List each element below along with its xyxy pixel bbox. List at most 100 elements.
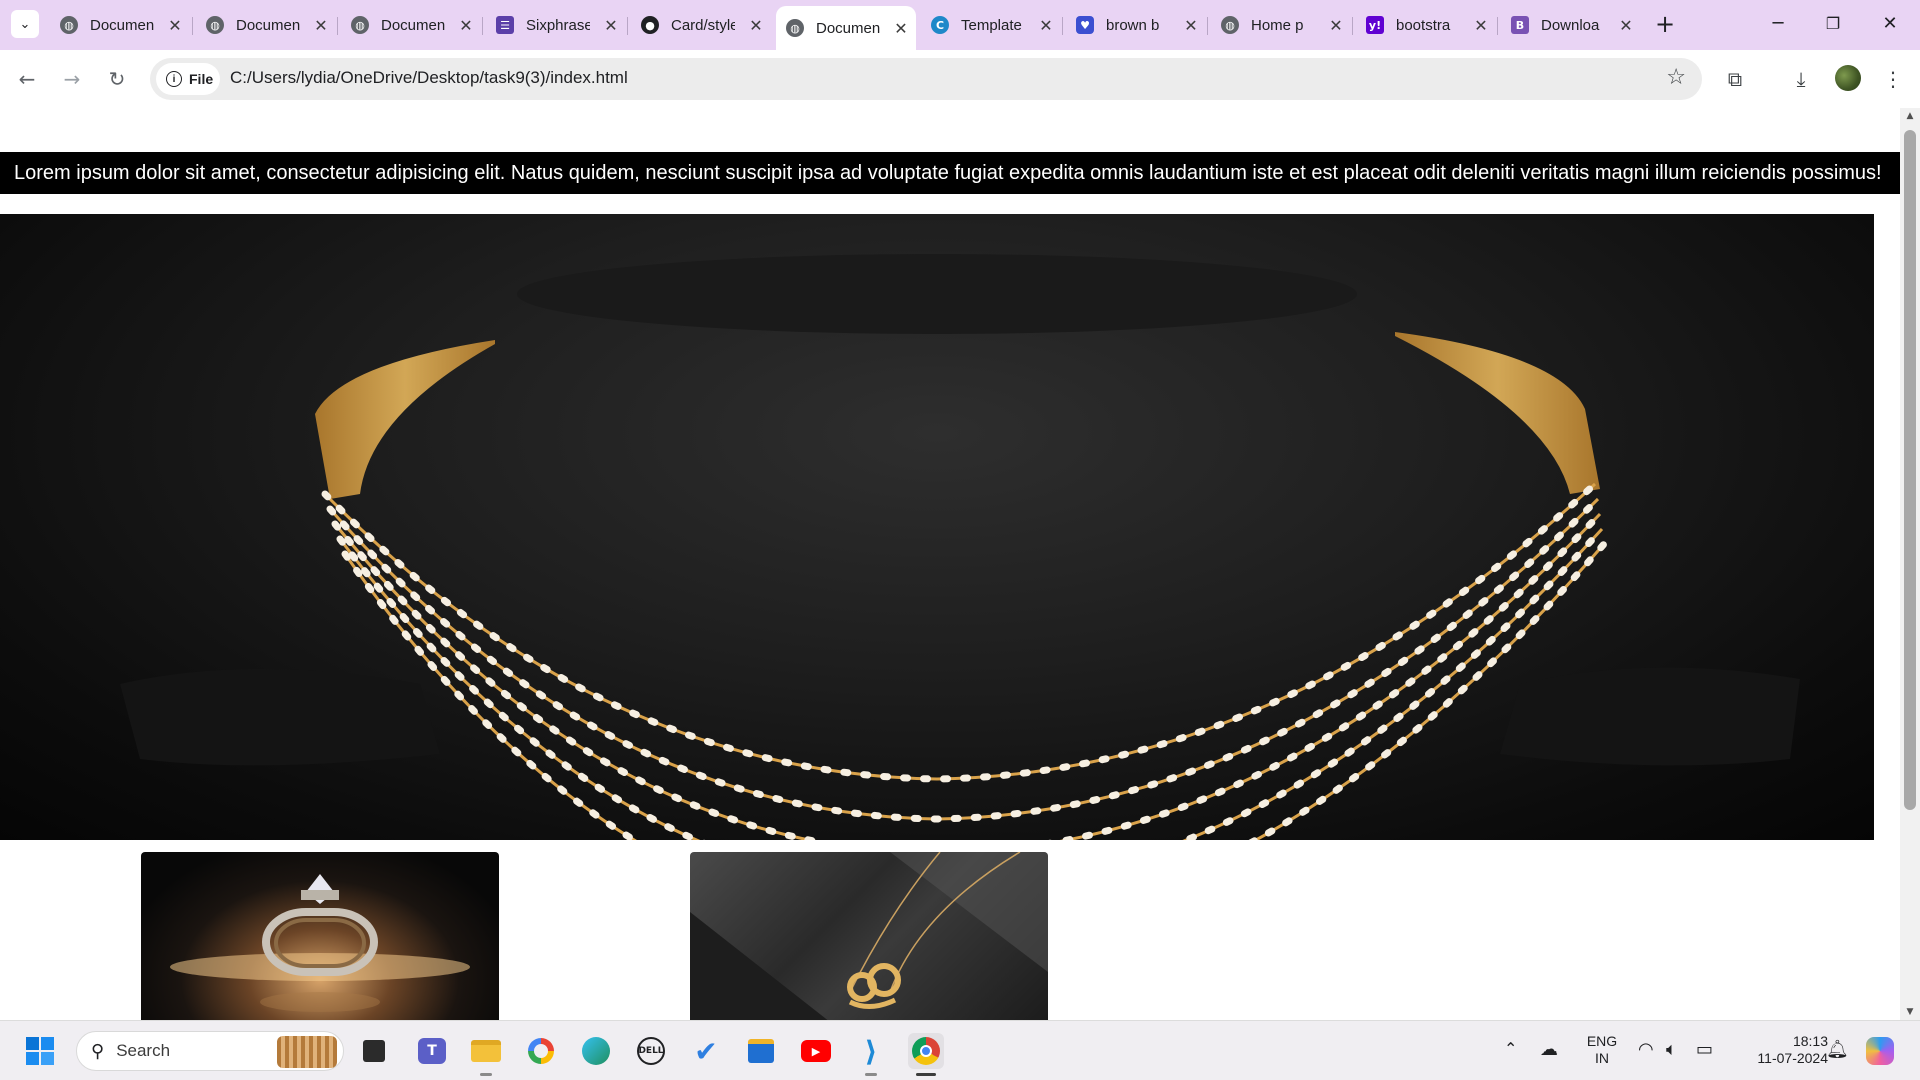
address-bar[interactable]: i File C:/Users/lydia/OneDrive/Desktop/t…: [150, 58, 1702, 100]
close-icon[interactable]: ✕: [1184, 16, 1198, 35]
ring-illustration: [170, 874, 470, 1012]
info-icon: i: [166, 71, 182, 87]
heart-shield-icon: ♥: [1076, 16, 1094, 34]
browser-tab-strip: ⌄ ◍ Document ✕ ◍ Document ✕ ◍ Document ✕…: [0, 0, 1920, 50]
browser-tab[interactable]: ☰ Sixphrase ✕: [496, 8, 618, 42]
youtube-icon[interactable]: ▶: [798, 1033, 834, 1069]
new-tab-button[interactable]: +: [1652, 12, 1678, 38]
pendant-illustration: [690, 852, 1048, 1020]
tab-separator: [192, 17, 193, 35]
language-line1: ENG: [1586, 1033, 1618, 1049]
close-icon[interactable]: ✕: [749, 16, 763, 35]
taskbar-search[interactable]: ⚲ Search: [76, 1031, 344, 1071]
menu-kebab-icon[interactable]: ⋮: [1876, 62, 1910, 96]
search-highlight-image: [277, 1036, 337, 1068]
tab-title: Document: [90, 16, 154, 34]
tab-search-button[interactable]: ⌄: [11, 10, 39, 38]
page-scrollbar[interactable]: ▲ ▼: [1900, 108, 1920, 1020]
tab-title: bootstra: [1396, 16, 1451, 34]
tab-separator: [337, 17, 338, 35]
bootstrap-icon: B: [1511, 16, 1529, 34]
site-info-chip[interactable]: i File: [156, 63, 220, 95]
tab-separator: [1352, 17, 1353, 35]
tab-title: Home p: [1251, 16, 1304, 34]
close-icon[interactable]: ✕: [604, 16, 618, 35]
globe-icon: ◍: [786, 19, 804, 37]
browser-tab[interactable]: C Template ✕: [931, 8, 1053, 42]
tab-title: brown b: [1106, 16, 1160, 34]
tab-title: Card/style: [671, 16, 735, 34]
browser-tab[interactable]: ◍ Document ✕: [60, 8, 182, 42]
close-icon[interactable]: ✕: [1329, 16, 1343, 35]
hero-necklace-image: [0, 214, 1874, 840]
tab-separator: [1062, 17, 1063, 35]
language-indicator[interactable]: ENG IN: [1582, 1033, 1622, 1067]
profile-avatar[interactable]: [1835, 65, 1861, 91]
minimize-button[interactable]: ─: [1758, 8, 1798, 40]
battery-icon[interactable]: ▭: [1696, 1039, 1713, 1060]
volume-icon[interactable]: 🔈︎: [1666, 1039, 1677, 1060]
globe-icon: ◍: [351, 16, 369, 34]
onedrive-icon[interactable]: ☁: [1540, 1039, 1558, 1060]
notification-bell-icon[interactable]: 🔔︎: [1826, 1039, 1849, 1060]
browser-tab[interactable]: ♥ brown b ✕: [1076, 8, 1198, 42]
language-line2: IN: [1595, 1050, 1609, 1066]
file-explorer-icon[interactable]: [468, 1033, 504, 1069]
tab-title: Document: [381, 16, 445, 34]
window-close-button[interactable]: ✕: [1870, 8, 1910, 40]
github-icon: ●: [641, 16, 659, 34]
start-button[interactable]: [22, 1033, 58, 1069]
scroll-up-arrow-icon[interactable]: ▲: [1900, 108, 1920, 124]
tab-separator: [482, 17, 483, 35]
url-text[interactable]: C:/Users/lydia/OneDrive/Desktop/task9(3)…: [230, 68, 628, 88]
chrome-icon[interactable]: [908, 1033, 944, 1069]
browser-tab-active[interactable]: ◍ Document ✕: [776, 6, 916, 50]
restore-button[interactable]: ❐: [1813, 8, 1853, 40]
browser-tab[interactable]: B Downloa ✕: [1511, 8, 1633, 42]
close-icon[interactable]: ✕: [894, 19, 908, 38]
vscode-icon[interactable]: ⟩: [853, 1033, 889, 1069]
reload-button[interactable]: ↻: [100, 62, 134, 96]
scrollbar-thumb[interactable]: [1904, 130, 1916, 810]
chevron-down-icon: ⌄: [19, 16, 31, 32]
google-icon[interactable]: [523, 1033, 559, 1069]
tab-title: Template: [961, 16, 1022, 34]
browser-tab[interactable]: ◍ Document ✕: [351, 8, 473, 42]
page-viewport: Lorem ipsum dolor sit amet, consectetur …: [0, 108, 1900, 1020]
gold-pendant-necklace-image: [690, 852, 1048, 1020]
forward-button[interactable]: →: [55, 62, 89, 96]
marquee-text: Lorem ipsum dolor sit amet, consectetur …: [14, 162, 1882, 184]
clock[interactable]: 18:13 11-07-2024: [1738, 1033, 1828, 1067]
close-icon[interactable]: ✕: [168, 16, 182, 35]
microsoft-store-icon[interactable]: [743, 1033, 779, 1069]
scroll-down-arrow-icon[interactable]: ▼: [1900, 1004, 1920, 1020]
extensions-icon[interactable]: ⧉: [1718, 62, 1752, 96]
edge-icon[interactable]: [578, 1033, 614, 1069]
browser-tab[interactable]: ● Card/style ✕: [641, 8, 763, 42]
back-button[interactable]: ←: [10, 62, 44, 96]
wifi-icon[interactable]: ◠: [1638, 1039, 1654, 1060]
browser-tab[interactable]: ◍ Document ✕: [206, 8, 328, 42]
task-view-icon[interactable]: [356, 1033, 392, 1069]
marquee-banner: Lorem ipsum dolor sit amet, consectetur …: [0, 152, 1900, 194]
globe-icon: ◍: [60, 16, 78, 34]
windows-taskbar: ⚲ Search T DELL ✔ ▶ ⟩ ⌃ ☁ ENG IN ◠ �: [0, 1020, 1920, 1080]
dell-icon[interactable]: DELL: [633, 1033, 669, 1069]
bookmark-star-icon[interactable]: ☆: [1666, 65, 1686, 90]
browser-tab[interactable]: y! bootstra ✕: [1366, 8, 1488, 42]
browser-toolbar: ← → ↻ i File C:/Users/lydia/OneDrive/Des…: [0, 50, 1920, 108]
chevron-up-icon[interactable]: ⌃: [1504, 1039, 1517, 1058]
teams-icon[interactable]: T: [414, 1033, 450, 1069]
canva-icon: C: [931, 16, 949, 34]
clock-time: 18:13: [1792, 1033, 1828, 1049]
close-icon[interactable]: ✕: [1474, 16, 1488, 35]
close-icon[interactable]: ✕: [459, 16, 473, 35]
close-icon[interactable]: ✕: [1619, 16, 1633, 35]
diamond-ring-image: [141, 852, 499, 1020]
browser-tab[interactable]: ◍ Home p ✕: [1221, 8, 1343, 42]
close-icon[interactable]: ✕: [314, 16, 328, 35]
todo-icon[interactable]: ✔: [688, 1033, 724, 1069]
copilot-icon[interactable]: [1862, 1033, 1898, 1069]
close-icon[interactable]: ✕: [1039, 16, 1053, 35]
download-icon[interactable]: ⤓: [1784, 62, 1818, 96]
